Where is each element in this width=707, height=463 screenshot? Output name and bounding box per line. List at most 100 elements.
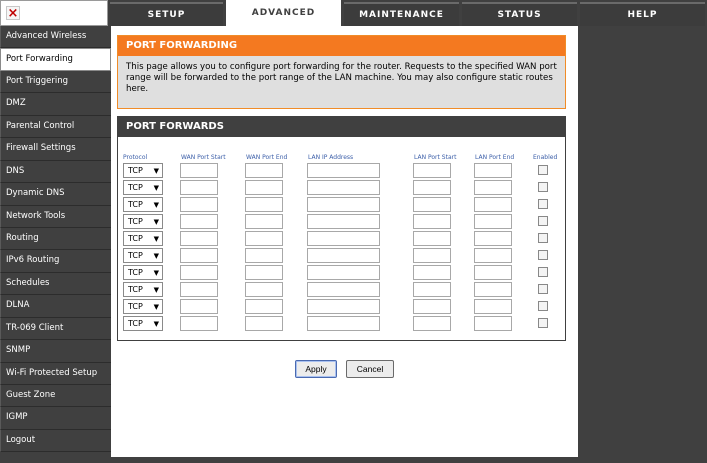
protocol-select[interactable]: TCP ▼ bbox=[123, 316, 163, 331]
lan-port-start-input[interactable] bbox=[413, 299, 451, 314]
sidebar-item-dmz[interactable]: DMZ bbox=[0, 93, 111, 116]
wan-port-end-input[interactable] bbox=[245, 316, 283, 331]
wan-port-end-input[interactable] bbox=[245, 248, 283, 263]
lan-port-end-input[interactable] bbox=[474, 282, 512, 297]
lan-port-end-input[interactable] bbox=[474, 231, 512, 246]
wan-port-end-input[interactable] bbox=[245, 214, 283, 229]
lan-ip-address-input[interactable] bbox=[307, 197, 380, 212]
enabled-checkbox[interactable] bbox=[538, 233, 548, 243]
protocol-select[interactable]: TCP ▼ bbox=[123, 180, 163, 195]
lan-port-end-input[interactable] bbox=[474, 316, 512, 331]
lan-ip-address-input[interactable] bbox=[307, 316, 380, 331]
enabled-checkbox[interactable] bbox=[538, 182, 548, 192]
wan-port-start-input[interactable] bbox=[180, 214, 218, 229]
sidebar-item-logout[interactable]: Logout bbox=[0, 429, 111, 453]
lan-ip-address-input[interactable] bbox=[307, 231, 380, 246]
protocol-select[interactable]: TCP ▼ bbox=[123, 282, 163, 297]
wan-port-start-input[interactable] bbox=[180, 282, 218, 297]
lan-port-start-input[interactable] bbox=[413, 197, 451, 212]
lan-ip-address-input[interactable] bbox=[307, 265, 380, 280]
enabled-checkbox[interactable] bbox=[538, 284, 548, 294]
wan-port-start-input[interactable] bbox=[180, 163, 218, 178]
wan-port-start-input[interactable] bbox=[180, 299, 218, 314]
lan-ip-address-input[interactable] bbox=[307, 248, 380, 263]
protocol-value: TCP bbox=[128, 302, 143, 311]
enabled-checkbox[interactable] bbox=[538, 199, 548, 209]
lan-ip-address-input[interactable] bbox=[307, 214, 380, 229]
wan-port-end-input[interactable] bbox=[245, 231, 283, 246]
sidebar-item-dlna[interactable]: DLNA bbox=[0, 295, 111, 318]
sidebar-item-port-triggering[interactable]: Port Triggering bbox=[0, 70, 111, 94]
wan-port-start-input[interactable] bbox=[180, 316, 218, 331]
sidebar-item-port-forwarding[interactable]: Port Forwarding bbox=[0, 48, 111, 71]
sidebar-item-schedules[interactable]: Schedules bbox=[0, 272, 111, 296]
sidebar-item-dynamic-dns[interactable]: Dynamic DNS bbox=[0, 183, 111, 206]
enabled-checkbox[interactable] bbox=[538, 267, 548, 277]
lan-port-start-input[interactable] bbox=[413, 282, 451, 297]
protocol-select[interactable]: TCP ▼ bbox=[123, 214, 163, 229]
protocol-select[interactable]: TCP ▼ bbox=[123, 231, 163, 246]
wan-port-start-input[interactable] bbox=[180, 248, 218, 263]
wan-port-start-input[interactable] bbox=[180, 180, 218, 195]
enabled-checkbox[interactable] bbox=[538, 216, 548, 226]
protocol-select[interactable]: TCP ▼ bbox=[123, 248, 163, 263]
lan-port-end-input[interactable] bbox=[474, 265, 512, 280]
sidebar-item-ipv6-routing[interactable]: IPv6 Routing bbox=[0, 250, 111, 273]
protocol-value: TCP bbox=[128, 268, 143, 277]
tab-status[interactable]: STATUS bbox=[462, 2, 577, 26]
sidebar-item-snmp[interactable]: SNMP bbox=[0, 340, 111, 363]
cancel-button[interactable]: Cancel bbox=[346, 360, 394, 378]
chevron-down-icon: ▼ bbox=[153, 218, 159, 226]
lan-port-end-input[interactable] bbox=[474, 197, 512, 212]
lan-port-start-input[interactable] bbox=[413, 265, 451, 280]
wan-port-end-input[interactable] bbox=[245, 163, 283, 178]
protocol-select[interactable]: TCP ▼ bbox=[123, 163, 163, 178]
wan-port-end-input[interactable] bbox=[245, 282, 283, 297]
tab-setup[interactable]: SETUP bbox=[110, 2, 223, 26]
tab-help[interactable]: HELP bbox=[580, 2, 705, 26]
sidebar-item-wi-fi-protected-setup[interactable]: Wi-Fi Protected Setup bbox=[0, 362, 111, 385]
lan-port-start-input[interactable] bbox=[413, 248, 451, 263]
lan-ip-address-input[interactable] bbox=[307, 282, 380, 297]
tab-maintenance[interactable]: MAINTENANCE bbox=[344, 2, 459, 26]
lan-ip-address-input[interactable] bbox=[307, 299, 380, 314]
lan-port-start-input[interactable] bbox=[413, 214, 451, 229]
sidebar-item-network-tools[interactable]: Network Tools bbox=[0, 205, 111, 228]
wan-port-start-input[interactable] bbox=[180, 231, 218, 246]
lan-ip-address-input[interactable] bbox=[307, 180, 380, 195]
sidebar-item-igmp[interactable]: IGMP bbox=[0, 407, 111, 430]
enabled-checkbox[interactable] bbox=[538, 250, 548, 260]
sidebar-item-firewall-settings[interactable]: Firewall Settings bbox=[0, 138, 111, 161]
sidebar-item-parental-control[interactable]: Parental Control bbox=[0, 115, 111, 139]
apply-button[interactable]: Apply bbox=[295, 360, 337, 378]
lan-port-start-input[interactable] bbox=[413, 316, 451, 331]
sidebar-item-guest-zone[interactable]: Guest Zone bbox=[0, 385, 111, 408]
lan-port-end-input[interactable] bbox=[474, 214, 512, 229]
lan-ip-address-input[interactable] bbox=[307, 163, 380, 178]
wan-port-end-input[interactable] bbox=[245, 180, 283, 195]
wan-port-end-input[interactable] bbox=[245, 299, 283, 314]
protocol-select[interactable]: TCP ▼ bbox=[123, 265, 163, 280]
sidebar-item-routing[interactable]: Routing bbox=[0, 227, 111, 251]
lan-port-start-input[interactable] bbox=[413, 180, 451, 195]
wan-port-start-input[interactable] bbox=[180, 265, 218, 280]
lan-port-start-input[interactable] bbox=[413, 163, 451, 178]
sidebar-item-tr-069-client[interactable]: TR-069 Client bbox=[0, 317, 111, 341]
lan-port-end-input[interactable] bbox=[474, 180, 512, 195]
lan-port-end-input[interactable] bbox=[474, 248, 512, 263]
sidebar-item-advanced-wireless[interactable]: Advanced Wireless bbox=[0, 26, 111, 49]
enabled-checkbox[interactable] bbox=[538, 165, 548, 175]
enabled-checkbox[interactable] bbox=[538, 301, 548, 311]
protocol-select[interactable]: TCP ▼ bbox=[123, 299, 163, 314]
enabled-checkbox[interactable] bbox=[538, 318, 548, 328]
lan-port-end-input[interactable] bbox=[474, 299, 512, 314]
lan-port-start-input[interactable] bbox=[413, 231, 451, 246]
sidebar-item-dns[interactable]: DNS bbox=[0, 160, 111, 184]
wan-port-start-input[interactable] bbox=[180, 197, 218, 212]
lan-port-end-input[interactable] bbox=[474, 163, 512, 178]
chevron-down-icon: ▼ bbox=[153, 201, 159, 209]
protocol-select[interactable]: TCP ▼ bbox=[123, 197, 163, 212]
tab-advanced[interactable]: ADVANCED bbox=[226, 0, 341, 27]
wan-port-end-input[interactable] bbox=[245, 265, 283, 280]
wan-port-end-input[interactable] bbox=[245, 197, 283, 212]
